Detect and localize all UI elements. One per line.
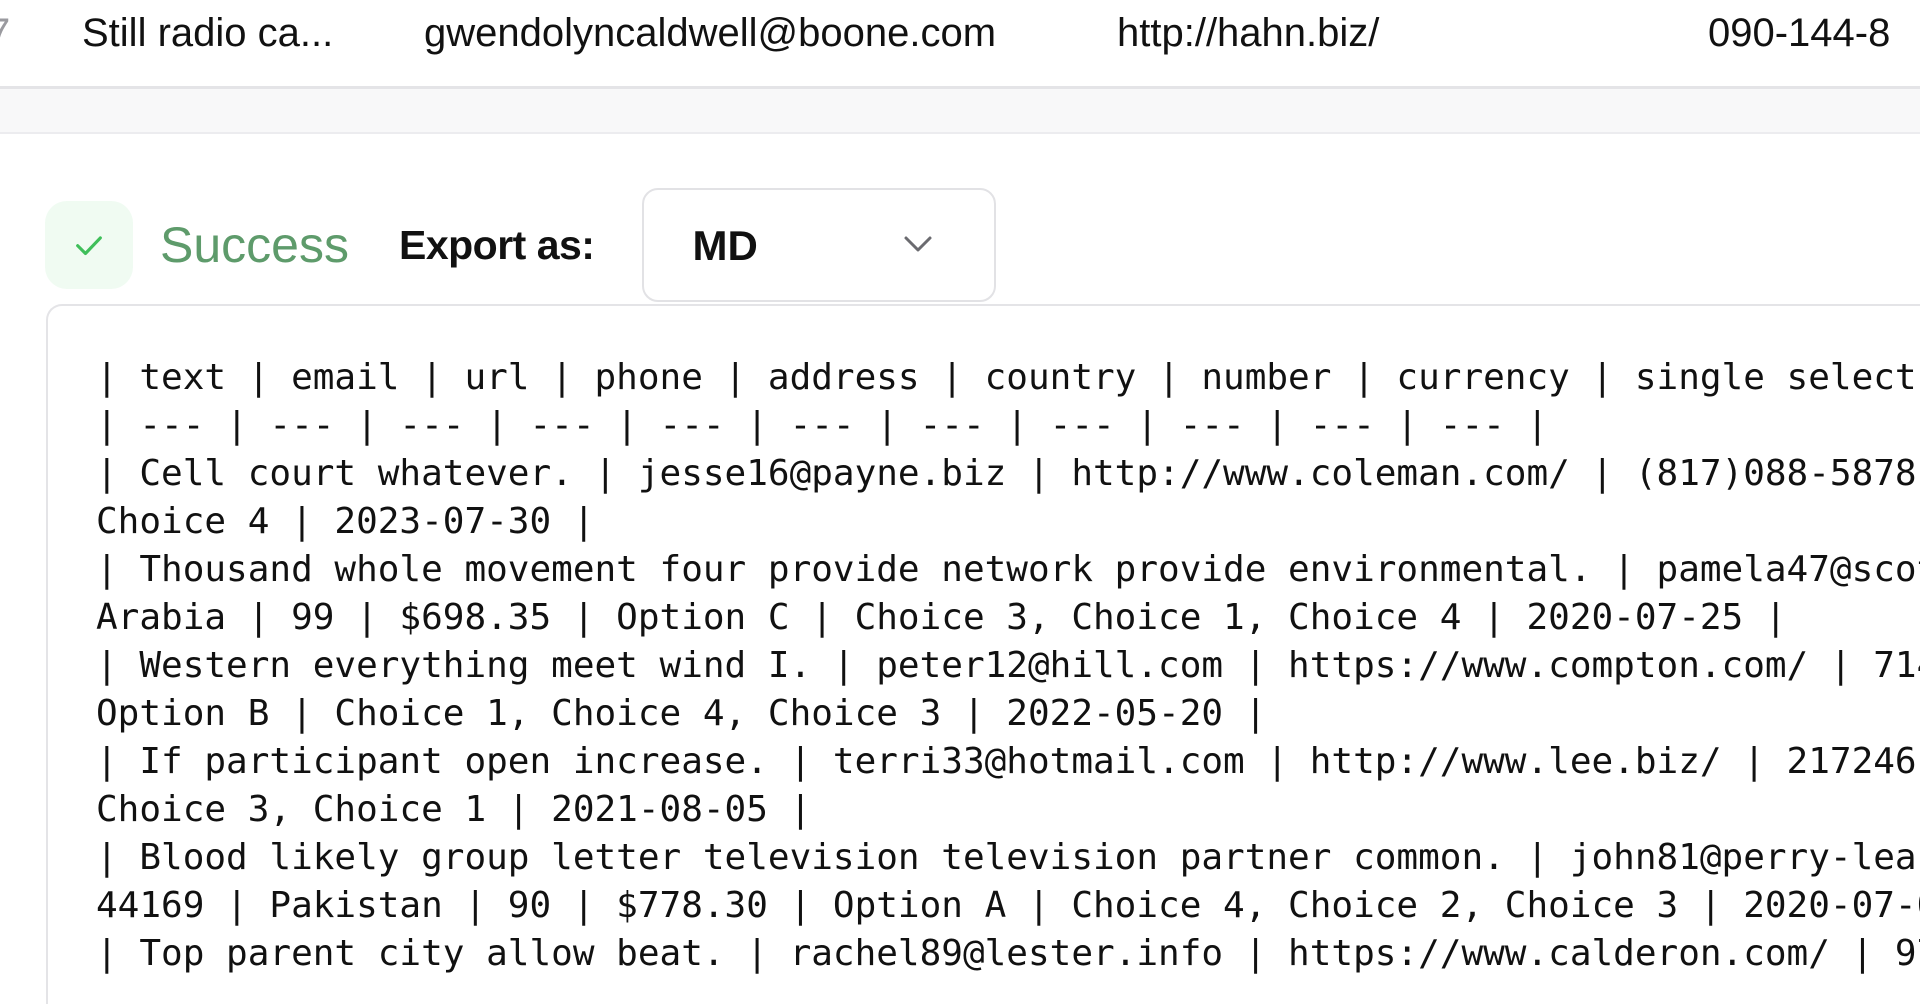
code-line: | Thousand whole movement four provide n… [96,549,1920,590]
code-line: | Blood likely group letter television t… [96,837,1917,878]
export-format-select[interactable]: MD [642,188,997,302]
code-line: | text | email | url | phone | address |… [96,357,1917,398]
code-line: Choice 3, Choice 1 | 2021-08-05 | [96,789,812,830]
code-line: | Cell court whatever. | jesse16@payne.b… [96,453,1917,494]
export-as-label: Export as: [398,221,595,268]
code-line: | Top parent city allow beat. | rachel89… [96,933,1920,974]
check-icon [76,236,102,256]
chevron-down-icon [904,236,932,252]
table-row[interactable]: 7 Still radio ca... gwendolyncaldwell@bo… [0,0,1920,89]
status-label: Success [160,217,349,273]
export-toolbar: Success Export as: MD [45,186,997,304]
code-line: Option B | Choice 1, Choice 4, Choice 3 … [96,693,1267,734]
code-line: | If participant open increase. | terri3… [96,741,1917,782]
cell-phone[interactable]: 090-144-8 [1708,10,1890,56]
code-line: | Western everything meet wind I. | pete… [96,645,1920,686]
cell-email[interactable]: gwendolyncaldwell@boone.com [424,10,996,56]
export-output-box[interactable]: | text | email | url | phone | address |… [46,304,1920,1004]
cell-text[interactable]: Still radio ca... [82,10,333,56]
cell-url[interactable]: http://hahn.biz/ [1117,10,1379,56]
export-output-code: | text | email | url | phone | address |… [96,354,1920,978]
code-line: Arabia | 99 | $698.35 | Option C | Choic… [96,597,1787,638]
code-line: Choice 4 | 2023-07-30 | [96,501,595,542]
export-panel: Success Export as: MD | text | email | u… [0,132,1920,1004]
code-line: | --- | --- | --- | --- | --- | --- | --… [96,405,1549,446]
success-status-icon-box [45,201,133,289]
background-data-table: 7 Still radio ca... gwendolyncaldwell@bo… [0,0,1920,175]
export-format-value: MD [692,222,758,269]
row-number: 7 [0,10,10,56]
code-line: 44169 | Pakistan | 90 | $778.30 | Option… [96,885,1920,926]
